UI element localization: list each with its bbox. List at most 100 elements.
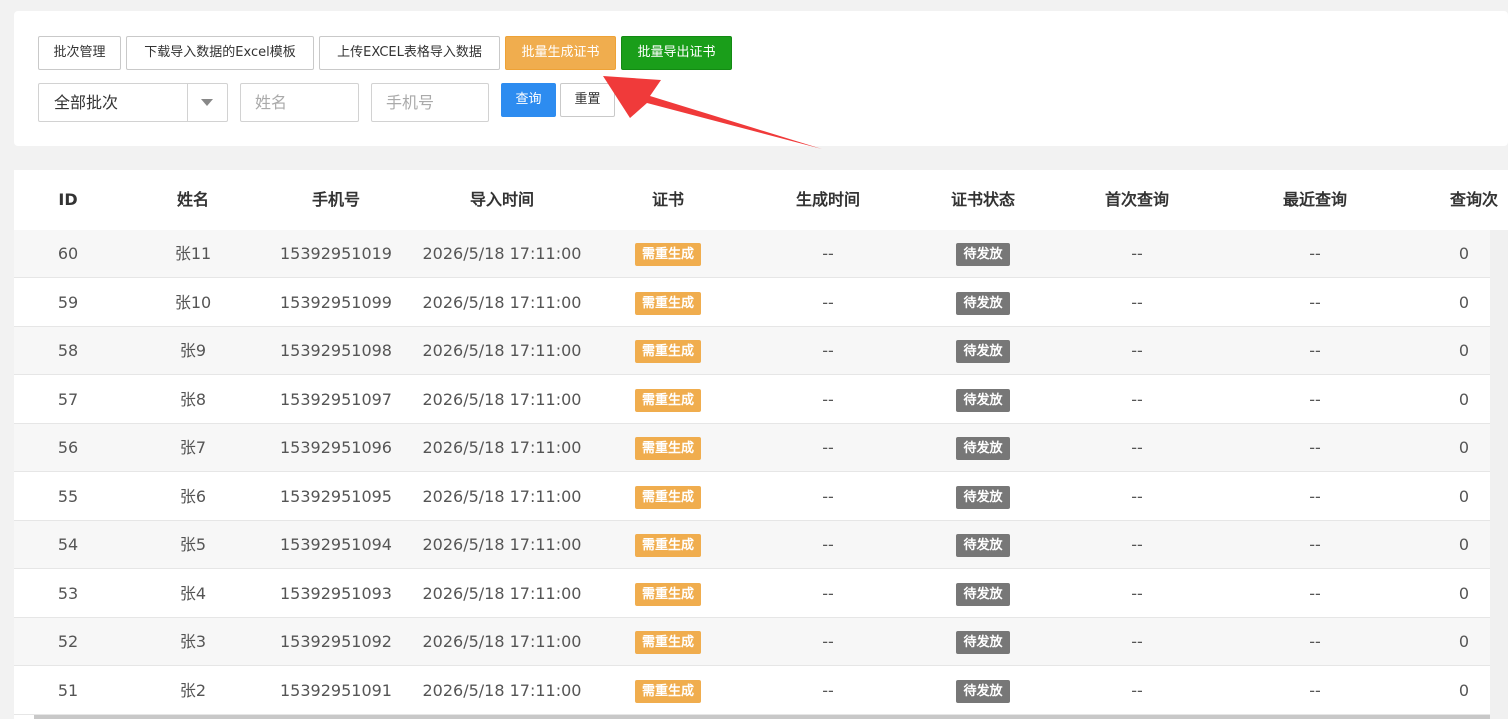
cell-certificate: 需重生成 bbox=[628, 570, 708, 618]
cell-cert-status: 待发放 bbox=[923, 667, 1043, 715]
cell-generate-time: -- bbox=[822, 244, 834, 263]
cell-id: 58 bbox=[57, 341, 79, 360]
cell-import-time: 2026/5/18 17:11:00 bbox=[422, 632, 582, 651]
status-badge: 待发放 bbox=[956, 534, 1010, 557]
certificate-badge: 需重生成 bbox=[634, 679, 701, 703]
cell-id: 56 bbox=[57, 438, 79, 457]
download-template-button[interactable]: 下载导入数据的Excel模板 bbox=[126, 36, 314, 70]
cell-id: 59 bbox=[57, 292, 79, 312]
cell-cert-status: 待发放 bbox=[923, 424, 1043, 472]
certificate-badge: 需重生成 bbox=[634, 388, 701, 412]
cell-cert-status: 待发放 bbox=[923, 327, 1043, 375]
batch-select-value: 全部批次 bbox=[54, 93, 119, 112]
table-row: 53 张4 15392951093 2026/5/18 17:11:00 需重生成 -- 待… bbox=[14, 570, 1508, 618]
cell-id: 54 bbox=[57, 535, 79, 554]
cell-first-query: -- bbox=[1131, 244, 1143, 263]
cell-name: 张3 bbox=[179, 632, 207, 651]
cell-first-query: -- bbox=[1131, 438, 1143, 457]
cell-last-query: -- bbox=[1309, 535, 1321, 554]
cell-import-time: 2026/5/18 17:11:00 bbox=[422, 341, 582, 360]
batch-export-button[interactable]: 批量导出证书 bbox=[621, 36, 732, 70]
toolbar-card bbox=[14, 11, 1508, 146]
cell-name: 张7 bbox=[179, 438, 207, 457]
cell-cert-status: 待发放 bbox=[923, 618, 1043, 666]
status-badge: 待发放 bbox=[956, 243, 1010, 266]
status-badge: 待发放 bbox=[956, 485, 1010, 509]
query-button[interactable]: 查询 bbox=[501, 83, 556, 117]
phone-input[interactable] bbox=[371, 83, 489, 122]
header-certificate: 证书 bbox=[651, 190, 684, 209]
upload-excel-button[interactable]: 上传EXCEL表格导入数据 bbox=[319, 36, 500, 70]
cell-phone: 15392951093 bbox=[280, 583, 392, 603]
data-table: ID 姓名 手机号 导入时间 证书 生成时间 证书状态 首次查询 最近查询 查询… bbox=[14, 170, 1508, 719]
cell-certificate: 需重生成 bbox=[628, 424, 708, 472]
certificate-badge: 需重生成 bbox=[634, 243, 701, 266]
cell-certificate: 需重生成 bbox=[628, 376, 708, 424]
cell-first-query: -- bbox=[1131, 292, 1143, 312]
cell-id: 51 bbox=[57, 680, 79, 700]
table-row: 51 张2 15392951091 2026/5/18 17:11:00 需重生成 -- 待… bbox=[14, 667, 1508, 715]
table-row: 59 张10 15392951099 2026/5/18 17:11:00 需重生成 --… bbox=[14, 279, 1508, 327]
header-import-time: 导入时间 bbox=[469, 190, 534, 209]
status-badge: 待发放 bbox=[956, 582, 1010, 606]
cell-cert-status: 待发放 bbox=[923, 279, 1043, 327]
table-row: 52 张3 15392951092 2026/5/18 17:11:00 需重生成 -- 待… bbox=[14, 618, 1508, 666]
cell-last-query: -- bbox=[1309, 680, 1321, 700]
cell-first-query: -- bbox=[1131, 341, 1143, 360]
header-query-count: 查询次 bbox=[1449, 190, 1498, 209]
chevron-down-icon bbox=[201, 99, 213, 106]
cell-import-time: 2026/5/18 17:11:00 bbox=[422, 292, 582, 312]
cell-certificate: 需重生成 bbox=[628, 618, 708, 666]
cell-id: 52 bbox=[57, 632, 79, 651]
status-badge: 待发放 bbox=[956, 340, 1010, 363]
cell-certificate: 需重生成 bbox=[628, 521, 708, 569]
batch-select[interactable]: 全部批次 bbox=[38, 83, 228, 122]
reset-button[interactable]: 重置 bbox=[560, 83, 615, 117]
certificate-badge: 需重生成 bbox=[634, 582, 701, 606]
cell-cert-status: 待发放 bbox=[923, 521, 1043, 569]
status-badge: 待发放 bbox=[956, 291, 1010, 315]
cell-phone: 15392951097 bbox=[280, 389, 392, 409]
certificate-badge: 需重生成 bbox=[634, 291, 701, 315]
cell-phone: 15392951019 bbox=[280, 244, 392, 263]
cell-first-query: -- bbox=[1131, 486, 1143, 506]
header-generate-time: 生成时间 bbox=[795, 190, 860, 209]
cell-phone: 15392951094 bbox=[280, 535, 392, 554]
horizontal-scrollbar[interactable] bbox=[34, 715, 1490, 719]
cell-phone: 15392951098 bbox=[280, 341, 392, 360]
select-divider bbox=[187, 84, 188, 121]
cell-last-query: -- bbox=[1309, 244, 1321, 263]
cell-generate-time: -- bbox=[822, 438, 834, 457]
table-row: 56 张7 15392951096 2026/5/18 17:11:00 需重生成 -- 待… bbox=[14, 424, 1508, 472]
header-first-query: 首次查询 bbox=[1104, 190, 1169, 209]
cell-last-query: -- bbox=[1309, 341, 1321, 360]
vertical-scrollbar[interactable] bbox=[1490, 230, 1508, 719]
table-row: 55 张6 15392951095 2026/5/18 17:11:00 需重生成 -- 待… bbox=[14, 473, 1508, 521]
certificate-badge: 需重生成 bbox=[634, 485, 701, 509]
cell-first-query: -- bbox=[1131, 680, 1143, 700]
cell-phone: 15392951099 bbox=[280, 292, 392, 312]
cell-name: 张4 bbox=[179, 583, 207, 603]
name-input[interactable] bbox=[240, 83, 359, 122]
header-last-query: 最近查询 bbox=[1282, 190, 1347, 209]
cell-name: 张10 bbox=[174, 292, 212, 312]
cell-import-time: 2026/5/18 17:11:00 bbox=[422, 389, 582, 409]
header-phone: 手机号 bbox=[311, 190, 360, 209]
batch-generate-button[interactable]: 批量生成证书 bbox=[505, 36, 616, 70]
table-header: ID 姓名 手机号 导入时间 证书 生成时间 证书状态 首次查询 最近查询 查询… bbox=[14, 170, 1508, 231]
certificate-badge: 需重生成 bbox=[634, 437, 701, 460]
batch-manage-button[interactable]: 批次管理 bbox=[38, 36, 121, 70]
header-name: 姓名 bbox=[176, 190, 209, 209]
status-badge: 待发放 bbox=[956, 388, 1010, 412]
cell-cert-status: 待发放 bbox=[923, 473, 1043, 521]
cell-generate-time: -- bbox=[822, 583, 834, 603]
cell-certificate: 需重生成 bbox=[628, 473, 708, 521]
cell-generate-time: -- bbox=[822, 486, 834, 506]
certificate-badge: 需重生成 bbox=[634, 340, 701, 363]
cell-id: 55 bbox=[57, 486, 79, 506]
cell-certificate: 需重生成 bbox=[628, 327, 708, 375]
cell-cert-status: 待发放 bbox=[923, 376, 1043, 424]
status-badge: 待发放 bbox=[956, 679, 1010, 703]
cell-certificate: 需重生成 bbox=[628, 667, 708, 715]
cell-import-time: 2026/5/18 17:11:00 bbox=[422, 680, 582, 700]
